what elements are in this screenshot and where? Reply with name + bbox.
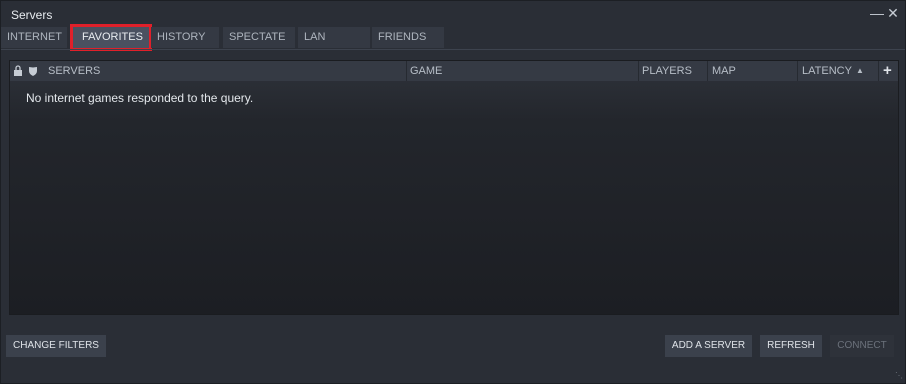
empty-message: No internet games responded to the query… (26, 91, 254, 105)
shield-icon[interactable] (28, 61, 40, 81)
tab-lan[interactable]: LAN (298, 27, 370, 48)
sort-ascending-icon[interactable]: ▲ (856, 61, 864, 81)
tab-friends[interactable]: FRIENDS (372, 27, 444, 48)
resize-grip-icon[interactable]: ⋱ (893, 371, 903, 381)
servers-window: Servers — ✕ INTERNET FAVORITES HISTORY S… (0, 0, 906, 384)
column-separator[interactable] (878, 61, 879, 81)
lock-icon[interactable] (13, 61, 25, 81)
tab-history[interactable]: HISTORY (151, 27, 219, 48)
column-separator[interactable] (797, 61, 798, 81)
column-separator[interactable] (406, 61, 407, 81)
column-latency[interactable]: LATENCY (802, 61, 852, 81)
plus-icon[interactable]: + (883, 61, 892, 81)
list-header: SERVERS GAME PLAYERS MAP LATENCY ▲ + (10, 61, 898, 81)
tab-spectate[interactable]: SPECTATE (223, 27, 295, 48)
tab-internet[interactable]: INTERNET (1, 27, 67, 48)
column-separator[interactable] (638, 61, 639, 81)
title-bar: Servers — ✕ (1, 1, 905, 27)
tab-bar: INTERNET FAVORITES HISTORY SPECTATE LAN … (1, 24, 905, 51)
connect-button[interactable]: CONNECT (830, 335, 894, 357)
column-players[interactable]: PLAYERS (642, 61, 692, 81)
add-server-button[interactable]: ADD A SERVER (665, 335, 752, 357)
column-map[interactable]: MAP (712, 61, 736, 81)
server-list[interactable]: SERVERS GAME PLAYERS MAP LATENCY ▲ + No … (9, 60, 899, 315)
column-separator[interactable] (707, 61, 708, 81)
column-game[interactable]: GAME (410, 61, 442, 81)
refresh-button[interactable]: REFRESH (760, 335, 822, 357)
close-icon[interactable]: ✕ (885, 5, 901, 21)
tab-favorites[interactable]: FAVORITES (70, 24, 152, 51)
change-filters-button[interactable]: CHANGE FILTERS (6, 335, 106, 357)
column-servers[interactable]: SERVERS (48, 61, 100, 81)
tab-divider (1, 49, 905, 50)
window-title: Servers (11, 8, 53, 22)
minimize-icon[interactable]: — (869, 5, 885, 21)
